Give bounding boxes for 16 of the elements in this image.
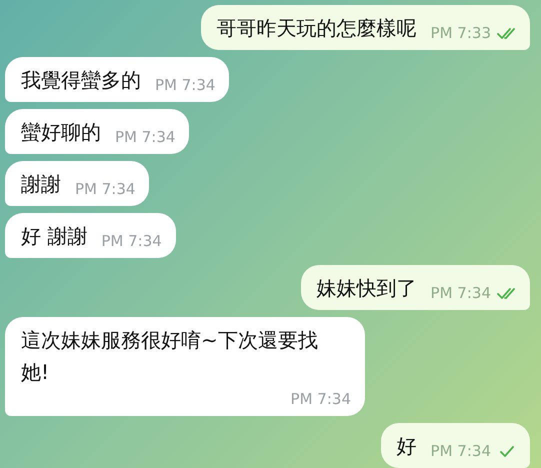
message-time: PM 7:33 bbox=[430, 23, 491, 44]
message-text: 這次妹妹服務很好唷~下次還要找她! bbox=[21, 327, 319, 386]
message-text: 哥哥昨天玩的怎麼樣呢 bbox=[216, 15, 417, 42]
message-time: PM 7:34 bbox=[115, 127, 176, 148]
message-text: 好 謝謝 bbox=[21, 223, 88, 250]
message-time: PM 7:34 bbox=[101, 231, 162, 252]
message-text: 謝謝 bbox=[21, 171, 61, 198]
message-time: PM 7:34 bbox=[155, 75, 216, 96]
message-text: 好 bbox=[396, 433, 417, 460]
message-time: PM 7:34 bbox=[75, 179, 136, 200]
message-text: 妹妹快到了 bbox=[316, 275, 417, 302]
message-text: 我覺得蠻多的 bbox=[21, 67, 141, 94]
message-time: PM 7:34 bbox=[430, 283, 491, 304]
message-text: 蠻好聊的 bbox=[21, 119, 101, 146]
message-time: PM 7:34 bbox=[430, 441, 491, 462]
message-time: PM 7:34 bbox=[290, 389, 351, 410]
